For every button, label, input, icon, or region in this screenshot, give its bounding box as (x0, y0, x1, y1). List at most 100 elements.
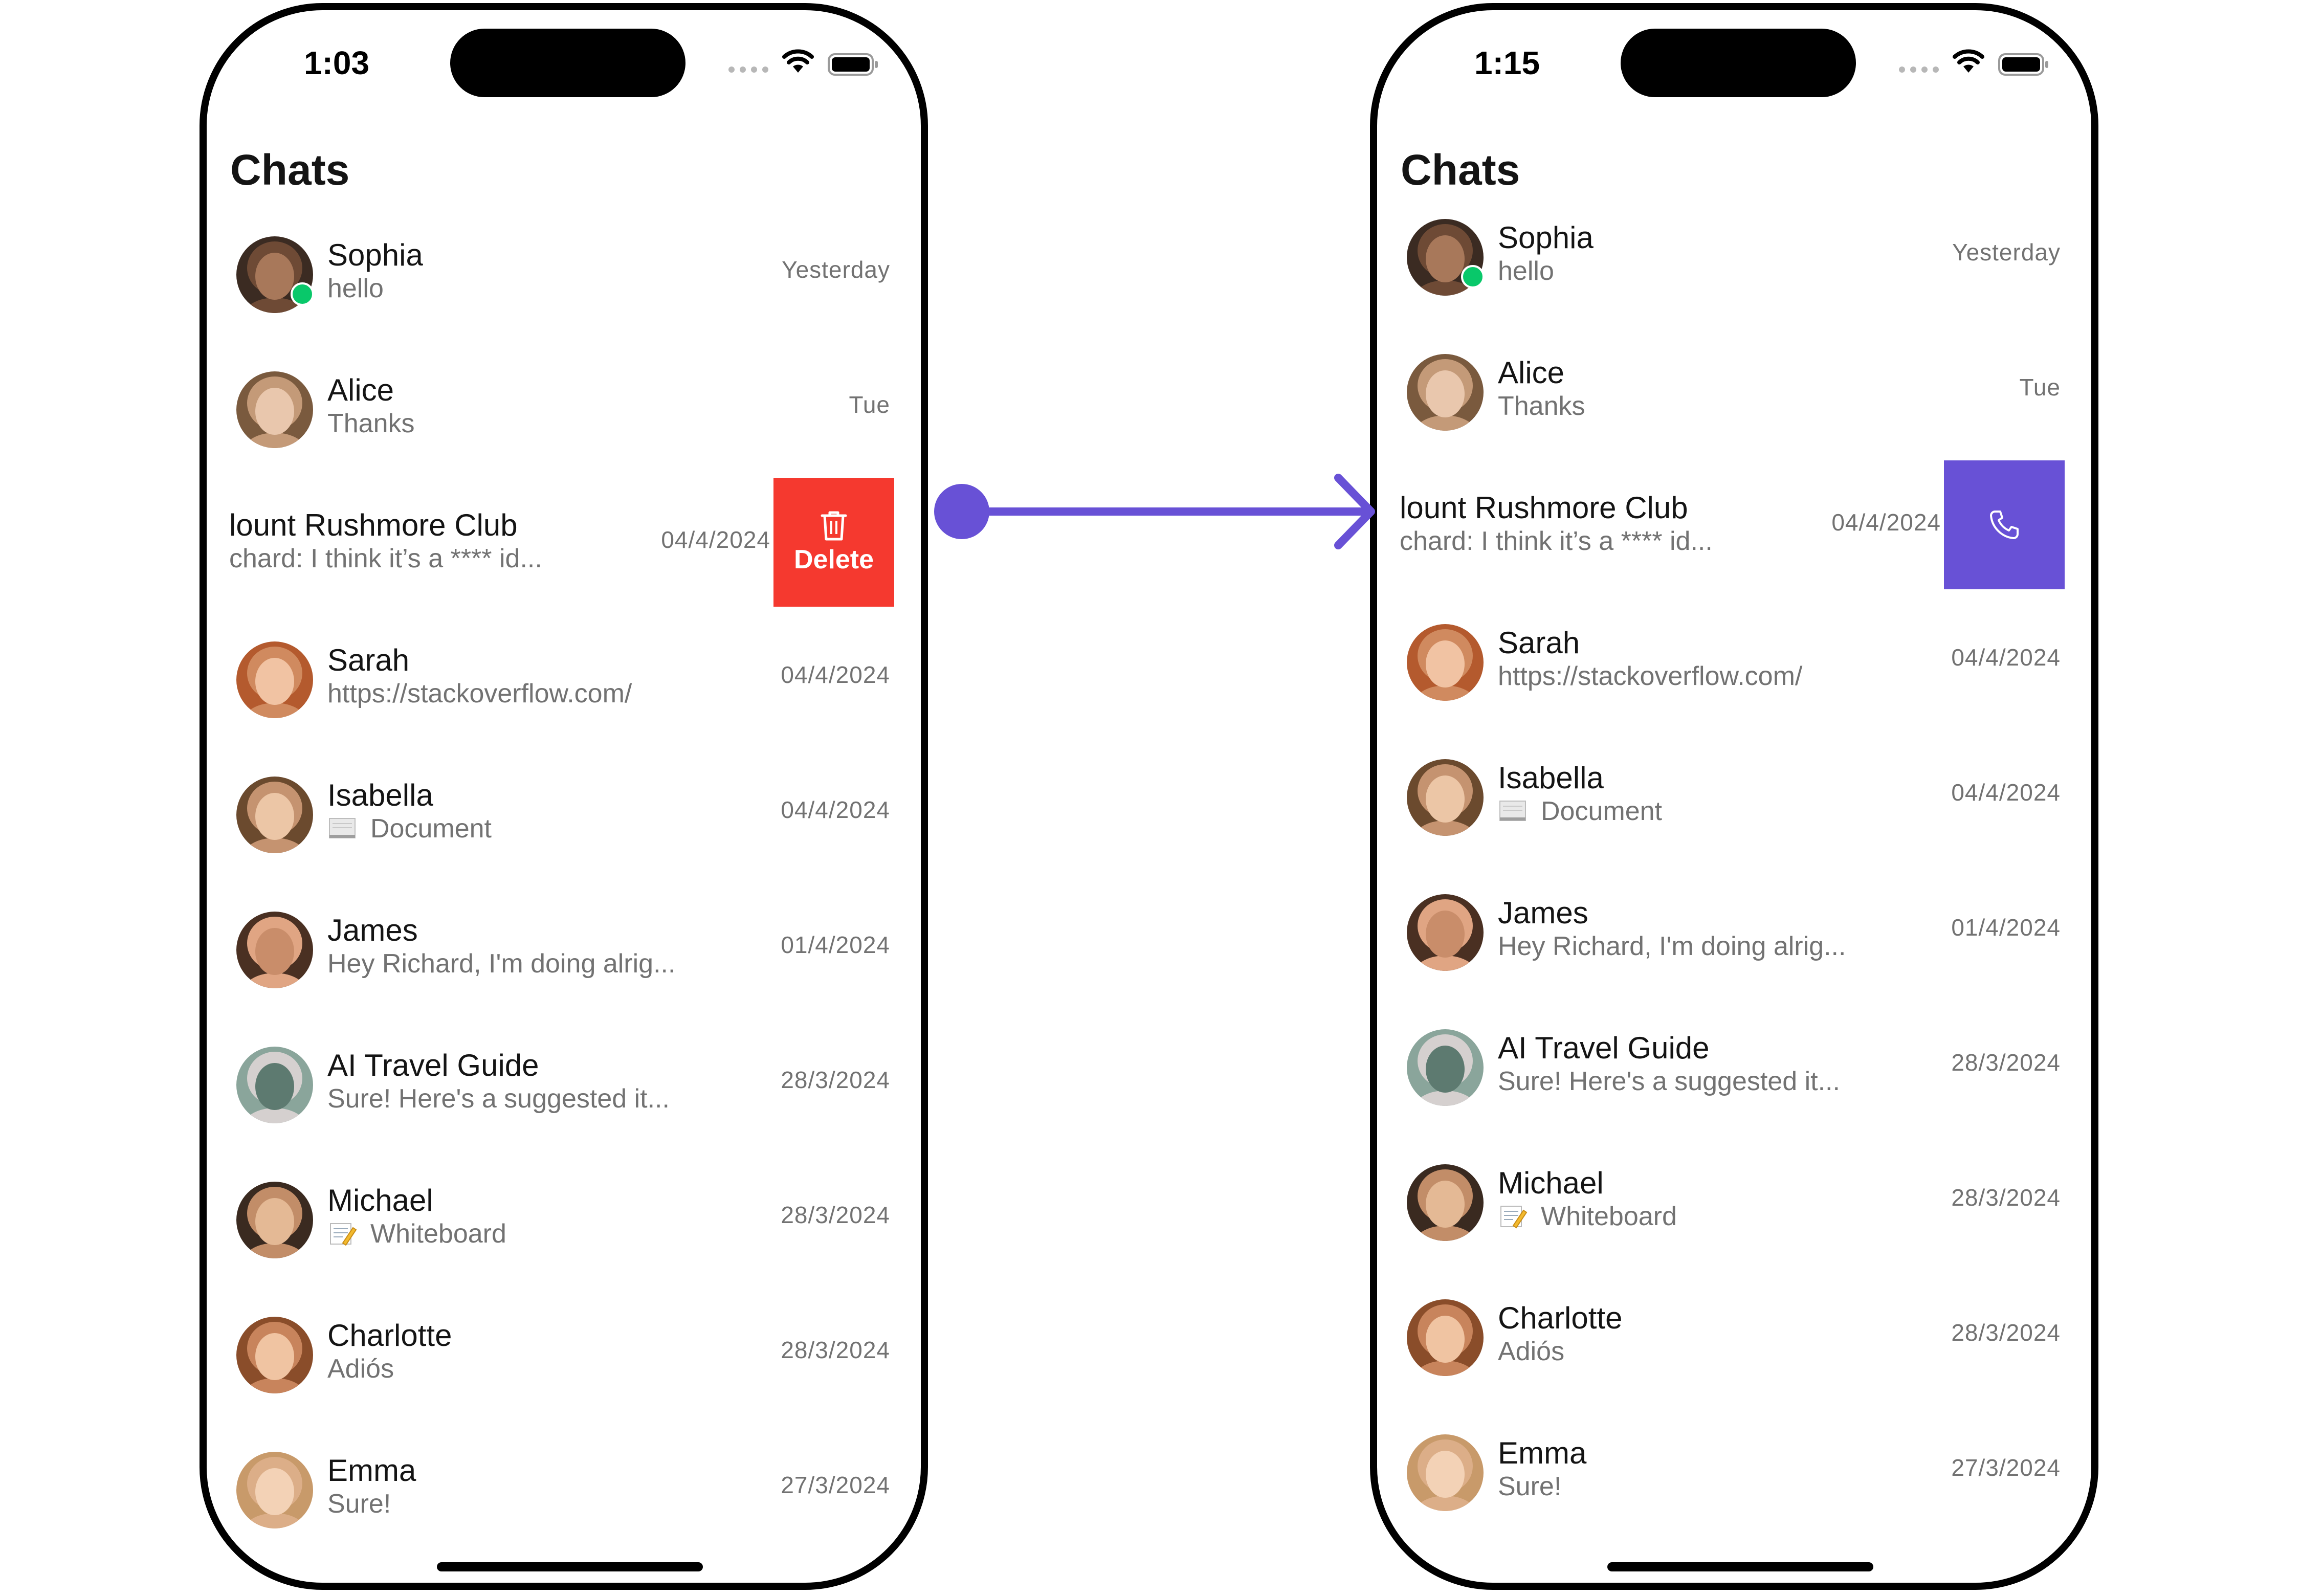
chat-last-message-text: Adiós (1498, 1337, 1565, 1366)
home-indicator[interactable] (1607, 1562, 1873, 1571)
chat-list-item[interactable]: Sophia hello Yesterday (207, 208, 921, 343)
phone-before-screen: 1:03 Chats Sophia hello Yesterday Alice Than… (200, 3, 928, 1590)
chat-name: lount Rushmore Club (229, 508, 518, 542)
chat-last-message-text: Whiteboard (1541, 1202, 1677, 1231)
chat-last-message: Thanks (327, 408, 415, 439)
chat-timestamp: 28/3/2024 (1951, 1049, 2061, 1076)
chat-last-message-text: Hey Richard, I'm doing alrig... (1498, 932, 1846, 961)
chat-last-message: Sure! Here's a suggested it... (327, 1083, 670, 1114)
document-icon (329, 818, 356, 838)
memo-icon (1500, 1206, 1528, 1229)
chat-timestamp: Yesterday (1952, 239, 2061, 265)
avatar (1407, 759, 1484, 836)
chat-list-item[interactable]: James Hey Richard, I'm doing alrig... 01/4… (1377, 866, 2091, 1001)
chat-last-message: Adiós (327, 1354, 394, 1384)
chat-timestamp: 27/3/2024 (1951, 1454, 2061, 1481)
chat-last-message: Whiteboard (327, 1218, 506, 1249)
chat-last-message: Adiós (1498, 1336, 1564, 1367)
chat-name: Michael (327, 1183, 433, 1217)
chat-list-item[interactable]: Isabella Document 04/4/2024 (207, 748, 921, 883)
chat-timestamp: 04/4/2024 (661, 526, 770, 553)
chat-name: Sarah (1498, 626, 1580, 660)
chat-name: AI Travel Guide (1498, 1031, 1710, 1065)
chat-name: Sophia (327, 238, 423, 272)
avatar (236, 1452, 313, 1528)
chat-last-message-text: Adiós (327, 1354, 394, 1384)
chat-timestamp: 04/4/2024 (1831, 509, 1941, 536)
chat-list-item[interactable]: Sarah https://stackoverflow.com/04/4/2024 (1377, 595, 2091, 730)
chat-name: Charlotte (1498, 1301, 1623, 1335)
delete-button[interactable]: Delete (773, 478, 894, 607)
status-time: 1:15 (1474, 45, 1540, 81)
chat-last-message-text: chard: I think it’s a **** id... (229, 544, 542, 573)
chat-name: lount Rushmore Club (1400, 491, 1688, 525)
chat-list-item[interactable]: Emma Sure! 27/3/2024 (1377, 1406, 2091, 1541)
chat-list-item[interactable]: AI Travel Guide Sure! Here's a suggested … (207, 1018, 921, 1153)
chat-name: Isabella (327, 778, 433, 812)
avatar (236, 912, 313, 988)
arrow-head (1334, 474, 1375, 549)
chat-last-message: Sure! (327, 1489, 391, 1519)
chat-list-item[interactable]: Emma Sure! 27/3/2024 (207, 1423, 921, 1558)
chat-last-message-text: Whiteboard (370, 1219, 506, 1249)
document-icon (1499, 801, 1526, 821)
chat-list-item[interactable]: AI Travel Guide Sure! Here's a suggested … (1377, 1001, 2091, 1136)
chat-list-item[interactable]: Alice Thanks Tue (207, 343, 921, 478)
chat-timestamp: 01/4/2024 (781, 932, 890, 958)
chat-timestamp: 04/4/2024 (781, 796, 890, 823)
call-button[interactable] (1944, 460, 2065, 589)
chat-timestamp: 28/3/2024 (1951, 1319, 2061, 1346)
chat-last-message: chard: I think it’s a **** id... (1400, 526, 1713, 557)
chat-list-item[interactable]: Sophia hello Yesterday (1377, 190, 2091, 325)
chat-last-message: Thanks (1498, 391, 1585, 422)
chat-last-message: Sure! (1498, 1471, 1561, 1502)
avatar (236, 1182, 313, 1258)
chat-last-message: https://stackoverflow.com/ (327, 678, 632, 709)
wifi-icon (1953, 49, 1984, 73)
chat-list-item[interactable]: Charlotte Adiós 28/3/2024 (207, 1288, 921, 1423)
chat-timestamp: 28/3/2024 (1951, 1184, 2061, 1211)
chat-list-item[interactable]: Michael Whiteboard 28/3/2024 (1377, 1136, 2091, 1271)
chat-list-item[interactable]: lount Rushmore Club chard: I think it’s a… (207, 478, 921, 613)
chat-list-item[interactable]: James Hey Richard, I'm doing alrig... 01/4… (207, 883, 921, 1018)
dynamic-island (1621, 29, 1856, 97)
chat-timestamp: Tue (849, 391, 890, 418)
chat-list-item[interactable]: Sarah https://stackoverflow.com/04/4/2024 (207, 613, 921, 748)
chat-list-item[interactable]: Alice Thanks Tue (1377, 325, 2091, 460)
chat-last-message-text: Thanks (1498, 391, 1585, 421)
chat-list-item[interactable]: lount Rushmore Club chard: I think it’s a… (1377, 460, 2091, 595)
chat-last-message-text: Document (1541, 796, 1662, 826)
chat-list-item[interactable]: Isabella Document 04/4/2024 (1377, 730, 2091, 866)
cellular-signal-icon (728, 66, 768, 73)
chat-timestamp: Tue (2019, 374, 2061, 401)
chat-timestamp: 28/3/2024 (781, 1202, 890, 1228)
chat-last-message-text: Hey Richard, I'm doing alrig... (327, 949, 676, 979)
chat-last-message: Hey Richard, I'm doing alrig... (327, 948, 675, 979)
chat-timestamp: 04/4/2024 (1951, 779, 2061, 806)
avatar (1407, 354, 1484, 431)
chat-list-item[interactable]: Michael Whiteboard 28/3/2024 (207, 1153, 921, 1288)
phone-after-screen: 1:15 Chats Sophia hello Yesterday Alice Than… (1370, 3, 2098, 1590)
chat-name: Isabella (1498, 761, 1604, 795)
chat-last-message-text: Sure! (327, 1489, 391, 1519)
memo-icon (330, 1223, 357, 1246)
chat-name: James (1498, 896, 1588, 930)
chat-timestamp: 01/4/2024 (1951, 914, 2061, 941)
chat-last-message-text: Sure! (1498, 1472, 1562, 1501)
arrow-start-dot (934, 484, 989, 539)
chat-last-message: Whiteboard (1498, 1201, 1677, 1232)
chat-list-item[interactable]: Charlotte Adiós 28/3/2024 (1377, 1271, 2091, 1406)
chat-last-message-text: Sure! Here's a suggested it... (327, 1084, 670, 1114)
chat-last-message: https://stackoverflow.com/ (1498, 661, 1802, 692)
avatar (236, 641, 313, 718)
home-indicator[interactable] (437, 1562, 703, 1571)
chat-last-message-text: chard: I think it’s a **** id... (1400, 526, 1713, 556)
chat-timestamp: 04/4/2024 (781, 661, 890, 688)
phone-icon (1990, 511, 2019, 539)
chat-last-message-text: Sure! Here's a suggested it... (1498, 1067, 1840, 1096)
cellular-signal-icon (1899, 66, 1939, 73)
chat-last-message: hello (327, 273, 384, 304)
chat-name: Charlotte (327, 1318, 452, 1353)
chat-last-message-text: Thanks (327, 409, 415, 438)
chat-name: Alice (327, 373, 394, 407)
